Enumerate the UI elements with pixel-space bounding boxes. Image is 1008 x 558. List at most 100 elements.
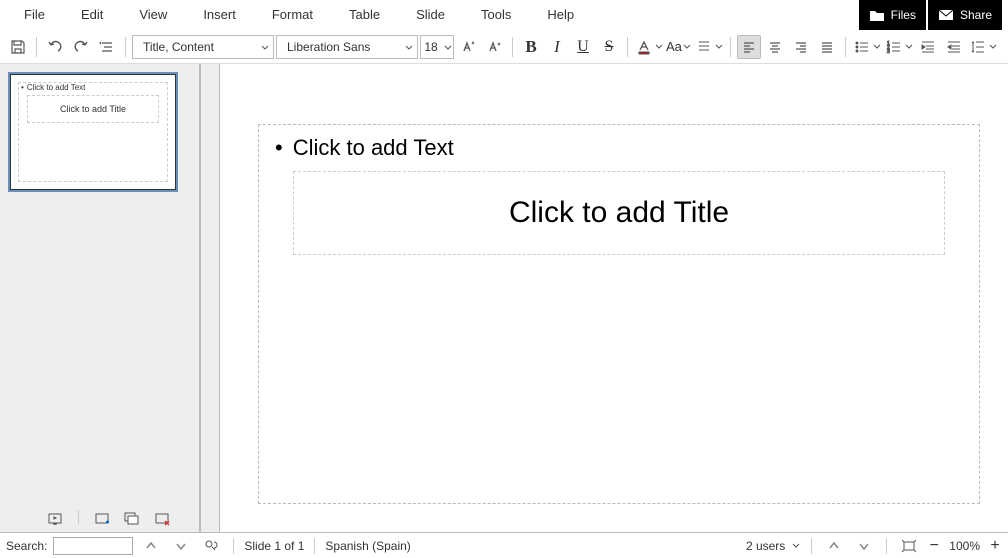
chevron-down-icon (682, 44, 692, 50)
status-prev-icon[interactable] (822, 534, 846, 558)
separator (845, 37, 846, 57)
view-new-slide-icon[interactable] (91, 510, 113, 528)
line-spacing-icon (968, 35, 988, 59)
menu-edit[interactable]: Edit (63, 1, 121, 28)
font-combo[interactable]: Liberation Sans (276, 35, 418, 59)
spacing-icon (694, 35, 714, 59)
chevron-down-icon (791, 543, 801, 549)
chevron-down-icon (438, 40, 452, 54)
zoom-value[interactable]: 100% (949, 539, 980, 553)
layout-value: Title, Content (143, 40, 214, 54)
slide-counter: Slide 1 of 1 (244, 539, 304, 553)
spacing-button[interactable] (694, 35, 724, 59)
vertical-ruler (200, 64, 220, 532)
thumb-title-placeholder: Click to add Title (27, 95, 159, 123)
chevron-down-icon (399, 40, 413, 54)
slide-panel: •Click to add Text Click to add Title (0, 64, 200, 532)
menu-table[interactable]: Table (331, 1, 398, 28)
numbered-list-icon: 123 (884, 35, 904, 59)
find-replace-icon[interactable] (199, 534, 223, 558)
search-next-icon[interactable] (169, 534, 193, 558)
font-size-increase-icon[interactable] (456, 35, 480, 59)
separator (78, 510, 79, 524)
separator (811, 538, 812, 554)
share-button[interactable]: Share (928, 0, 1002, 30)
status-next-icon[interactable] (852, 534, 876, 558)
chevron-down-icon (255, 40, 269, 54)
mail-icon (938, 8, 954, 22)
align-left-button[interactable] (737, 35, 761, 59)
view-mode-buttons (0, 506, 199, 532)
char-case-button[interactable]: Aa (666, 35, 692, 59)
indent-increase-button[interactable] (916, 35, 940, 59)
separator (512, 37, 513, 57)
view-normal-icon[interactable] (44, 510, 66, 528)
separator (36, 37, 37, 57)
separator (627, 37, 628, 57)
layout-combo[interactable]: Title, Content (132, 35, 274, 59)
align-center-button[interactable] (763, 35, 787, 59)
separator (730, 37, 731, 57)
zoom-controls: − 100% + (927, 537, 1002, 555)
search-label: Search: (6, 539, 47, 553)
search-prev-icon[interactable] (139, 534, 163, 558)
files-label: Files (891, 8, 916, 22)
main-area: •Click to add Text Click to add Title (0, 64, 1008, 532)
chevron-down-icon (654, 44, 664, 50)
menu-tools[interactable]: Tools (463, 1, 529, 28)
menu-file[interactable]: File (6, 1, 63, 28)
menu-bar: File Edit View Insert Format Table Slide… (0, 0, 1008, 30)
slide-content-placeholder[interactable]: • Click to add Text Click to add Title (258, 124, 980, 504)
font-color-icon (634, 35, 654, 59)
fit-page-icon[interactable] (897, 534, 921, 558)
redo-icon[interactable] (69, 35, 93, 59)
separator (125, 37, 126, 57)
indent-decrease-button[interactable] (942, 35, 966, 59)
canvas-column: • Click to add Text Click to add Title (220, 64, 1008, 532)
menu-view[interactable]: View (121, 1, 185, 28)
font-color-button[interactable] (634, 35, 664, 59)
zoom-in-button[interactable]: + (988, 537, 1002, 555)
font-value: Liberation Sans (287, 40, 370, 54)
search-input[interactable] (53, 537, 133, 555)
align-justify-button[interactable] (815, 35, 839, 59)
align-right-button[interactable] (789, 35, 813, 59)
users-indicator[interactable]: 2 users (746, 539, 785, 553)
italic-button[interactable]: I (545, 35, 569, 59)
bullet-list-button[interactable] (852, 35, 882, 59)
char-case-label: Aa (666, 39, 682, 54)
slide-thumbnail-1[interactable]: •Click to add Text Click to add Title (8, 72, 178, 192)
chevron-down-icon (988, 44, 998, 50)
files-button[interactable]: Files (859, 0, 926, 30)
numbered-list-button[interactable]: 123 (884, 35, 914, 59)
menu-insert[interactable]: Insert (185, 1, 254, 28)
slide-title-placeholder[interactable]: Click to add Title (293, 171, 945, 255)
strikethrough-button[interactable]: S (597, 35, 621, 59)
line-spacing-button[interactable] (968, 35, 998, 59)
thumb-text-placeholder: •Click to add Text (19, 83, 167, 92)
chevron-down-icon (872, 44, 882, 50)
outline-icon[interactable] (95, 35, 119, 59)
share-label: Share (960, 8, 992, 22)
svg-text:3: 3 (887, 49, 890, 55)
bullet-list-icon (852, 35, 872, 59)
menu-help[interactable]: Help (529, 1, 592, 28)
separator (233, 538, 234, 554)
bold-button[interactable]: B (519, 35, 543, 59)
view-delete-slide-icon[interactable] (151, 510, 173, 528)
menu-format[interactable]: Format (254, 1, 331, 28)
folder-icon (869, 8, 885, 22)
toolbar: Title, Content Liberation Sans 18 B I U … (0, 30, 1008, 64)
menu-slide[interactable]: Slide (398, 1, 463, 28)
save-icon[interactable] (6, 35, 30, 59)
slide-canvas[interactable]: • Click to add Text Click to add Title (220, 64, 1008, 532)
font-size-decrease-icon[interactable] (482, 35, 506, 59)
view-duplicate-slide-icon[interactable] (121, 510, 143, 528)
language-indicator[interactable]: Spanish (Spain) (325, 539, 410, 553)
font-size-combo[interactable]: 18 (420, 35, 454, 59)
chevron-down-icon (904, 44, 914, 50)
slide-text-placeholder[interactable]: • Click to add Text (273, 135, 965, 161)
zoom-out-button[interactable]: − (927, 537, 941, 555)
undo-icon[interactable] (43, 35, 67, 59)
underline-button[interactable]: U (571, 35, 595, 59)
